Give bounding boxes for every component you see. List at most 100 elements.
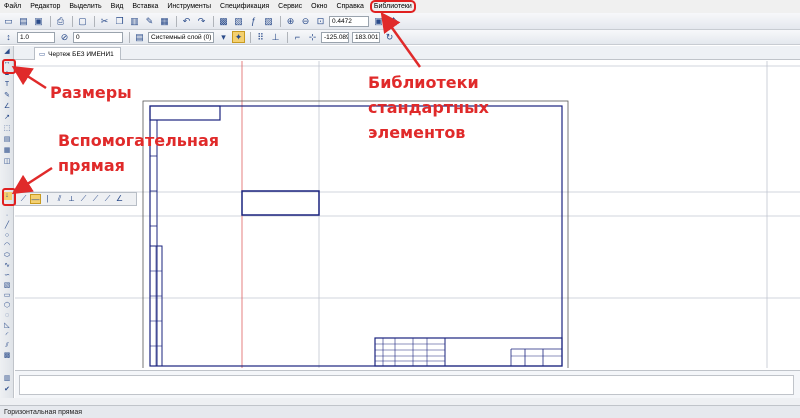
- standard-toolbar: ▭ ▤ ▣ ⎙ ▢ ✂ ❐ ▥ ✎ ▦ ↶ ↷ ▩ ▧ ƒ ▨ ⊕ ⊖ ⊡ 0.…: [0, 13, 800, 30]
- zoom-in-icon[interactable]: ⊕: [284, 15, 297, 27]
- point-icon[interactable]: ·: [2, 212, 12, 220]
- style-icon: ⊘: [60, 31, 69, 42]
- angle-aux-line-icon[interactable]: ∠: [114, 194, 125, 204]
- style-field[interactable]: 0: [73, 31, 123, 43]
- undo-icon[interactable]: ↶: [180, 15, 193, 27]
- menu-view[interactable]: Вид: [111, 3, 124, 10]
- save-icon[interactable]: ▣: [32, 15, 45, 27]
- print-icon[interactable]: ⎙: [54, 15, 67, 27]
- edit-icon[interactable]: ✎: [2, 92, 12, 100]
- library-annotation-2: стандартных: [368, 98, 489, 117]
- layer-list-icon[interactable]: ▾: [217, 31, 230, 43]
- polygon-icon[interactable]: ⬡: [2, 302, 12, 310]
- chamfer-icon[interactable]: ◺: [2, 322, 12, 330]
- menu-editor[interactable]: Редактор: [30, 3, 60, 10]
- scale-field[interactable]: 1.0: [17, 31, 55, 43]
- report-icon[interactable]: ▦: [2, 147, 12, 155]
- measure-icon[interactable]: ↗: [2, 114, 12, 122]
- menu-service[interactable]: Сервис: [278, 3, 302, 10]
- copy-icon[interactable]: ❐: [113, 15, 126, 27]
- preview-icon[interactable]: ▢: [76, 15, 89, 27]
- formula-icon[interactable]: ƒ: [247, 15, 260, 27]
- vertical-aux-line-icon[interactable]: |: [42, 194, 53, 204]
- local-cs-icon[interactable]: ⌐: [291, 31, 304, 43]
- toolbar-separator: [94, 15, 95, 27]
- document-tab[interactable]: ▭ Чертеж БЕЗ ИМЕНИ1: [34, 47, 121, 60]
- bisector-icon[interactable]: ⟋: [102, 194, 113, 204]
- redo-icon[interactable]: ↷: [195, 15, 208, 27]
- cut-icon[interactable]: ✂: [98, 15, 111, 27]
- library-manager-icon[interactable]: ▨: [262, 15, 275, 27]
- library-annotation-1: Библиотеки: [368, 73, 479, 92]
- select-icon[interactable]: ⬚: [2, 125, 12, 133]
- scale-icon: ↕: [6, 32, 11, 42]
- spec-icon[interactable]: ▤: [2, 136, 12, 144]
- menu-window[interactable]: Окно: [311, 3, 327, 10]
- zoom-fit-icon[interactable]: ▣: [372, 15, 385, 27]
- zoom-window-icon[interactable]: ⊡: [314, 15, 327, 27]
- perpendicular-aux-line-icon[interactable]: ⟂: [66, 194, 77, 204]
- rect-icon[interactable]: ▭: [2, 292, 12, 300]
- pan-icon[interactable]: ✥: [387, 15, 400, 27]
- layer-icon: ▤: [135, 31, 144, 42]
- insert-icon[interactable]: ◫: [2, 158, 12, 166]
- toolbar-separator: [129, 31, 130, 43]
- segment-icon[interactable]: ╱: [2, 222, 12, 230]
- parameters-panel[interactable]: [19, 375, 794, 395]
- parallel-aux-line-icon[interactable]: ⫽: [54, 194, 65, 204]
- manager-icon[interactable]: ▩: [217, 15, 230, 27]
- grid-icon[interactable]: ⠿: [254, 31, 267, 43]
- fill-icon[interactable]: ▩: [2, 352, 12, 360]
- document-tab-bar: ▭ Чертеж БЕЗ ИМЕНИ1: [14, 46, 800, 60]
- dimensions-highlight: [2, 59, 16, 74]
- param-icon[interactable]: ∠: [2, 103, 12, 111]
- zoom-field[interactable]: 0.4472: [329, 15, 369, 27]
- aux-line-toolbar: ⟋ — | ⫽ ⟂ ⟋ ⟋ ⟋ ∠: [15, 192, 137, 206]
- new-document-icon[interactable]: ▭: [2, 15, 15, 27]
- drawing-icon: ▭: [39, 51, 46, 58]
- zoom-out-icon[interactable]: ⊖: [299, 15, 312, 27]
- polyline-icon[interactable]: ∿: [2, 262, 12, 270]
- circle-icon[interactable]: ○: [2, 232, 12, 240]
- menu-help[interactable]: Справка: [336, 3, 363, 10]
- horizontal-aux-line-icon[interactable]: —: [30, 194, 41, 204]
- variables-icon[interactable]: ▧: [232, 15, 245, 27]
- toolbar-separator: [50, 15, 51, 27]
- refresh-icon[interactable]: ↻: [383, 31, 396, 43]
- menu-select[interactable]: Выделить: [69, 3, 101, 10]
- format-icon[interactable]: ✎: [143, 15, 156, 27]
- arc-icon[interactable]: ◠: [2, 242, 12, 250]
- variables-side-icon[interactable]: ✔: [2, 386, 12, 394]
- menu-tools[interactable]: Инструменты: [167, 3, 211, 10]
- menu-file[interactable]: Файл: [4, 3, 21, 10]
- library-icon[interactable]: ▥: [2, 375, 12, 383]
- geometry-icon[interactable]: ◢: [2, 48, 12, 56]
- title-block: [374, 337, 563, 367]
- properties-icon[interactable]: ▦: [158, 15, 171, 27]
- coord-y-field[interactable]: 183.001: [352, 31, 380, 43]
- contour-icon[interactable]: ◌: [2, 312, 12, 320]
- toolbar-separator: [213, 15, 214, 27]
- toolbar-separator: [250, 31, 251, 43]
- selected-rectangle: [241, 190, 320, 216]
- snap-icon[interactable]: ✦: [232, 31, 245, 43]
- paste-icon[interactable]: ▥: [128, 15, 141, 27]
- fillet-icon[interactable]: ◜: [2, 332, 12, 340]
- toolbar-separator: [287, 31, 288, 43]
- text-icon[interactable]: T: [2, 81, 12, 89]
- menu-specification[interactable]: Спецификация: [220, 3, 269, 10]
- menu-insert[interactable]: Вставка: [132, 3, 158, 10]
- ortho-icon[interactable]: ⊥: [269, 31, 282, 43]
- tangent-two-curves-icon[interactable]: ⟋: [90, 194, 101, 204]
- offset-icon[interactable]: ⫽: [2, 342, 12, 350]
- open-folder-icon[interactable]: ▤: [17, 15, 30, 27]
- arbitrary-aux-line-icon[interactable]: ⟋: [18, 194, 29, 204]
- menu-libraries[interactable]: Библиотеки: [369, 0, 416, 13]
- tangent-aux-line-icon[interactable]: ⟋: [78, 194, 89, 204]
- coord-x-field[interactable]: -125.089: [321, 31, 349, 43]
- cursor-icon[interactable]: ⊹: [306, 31, 319, 43]
- ellipse-icon[interactable]: ⬭: [2, 252, 12, 260]
- layer-field[interactable]: Системный слой (0): [148, 31, 214, 43]
- spline-icon[interactable]: ∽: [2, 272, 12, 280]
- hatch-icon[interactable]: ▧: [2, 282, 12, 290]
